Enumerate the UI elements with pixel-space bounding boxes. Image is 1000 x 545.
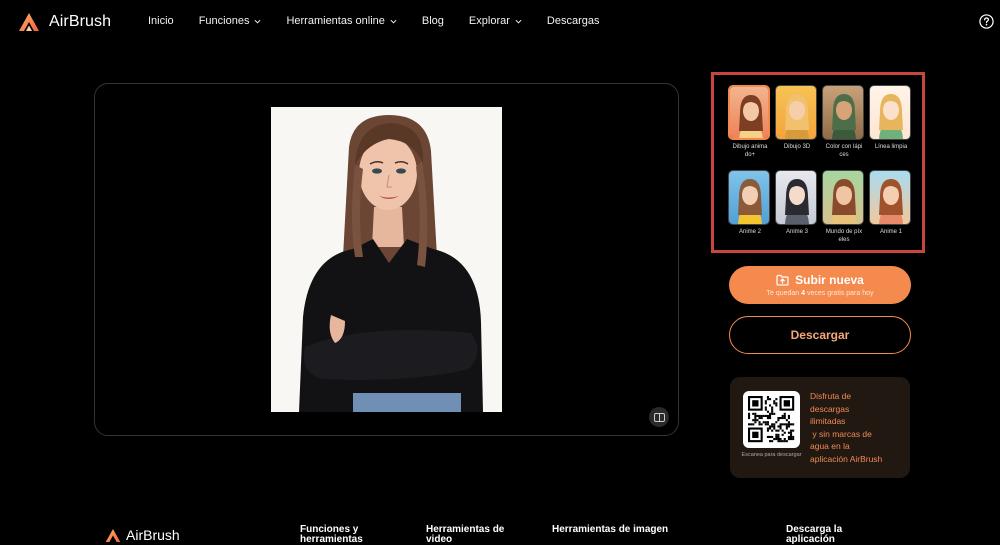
brand-name: AirBrush	[49, 13, 112, 30]
airbrush-logo-icon	[105, 528, 121, 542]
footer-heading-features: Funciones y herramientas	[300, 524, 363, 545]
footer-brand-name: AirBrush	[126, 527, 180, 543]
qr-code	[743, 391, 800, 448]
nav-item-label: Herramientas online	[286, 15, 385, 27]
style-thumbnail	[728, 85, 770, 140]
promo-line: aplicación AirBrush	[810, 453, 883, 464]
app-download-promo: Escanea para descargar Disfruta de descar…	[730, 377, 910, 478]
promo-line: descargas	[810, 403, 850, 414]
chevron-down-icon	[390, 19, 397, 24]
upload-folder-icon	[776, 274, 789, 286]
nav-item-explorar[interactable]: Explorar	[469, 15, 522, 27]
style-option-línea-limpia[interactable]: Línea limpia	[869, 85, 913, 151]
nav-item-funciones[interactable]: Funciones	[199, 15, 262, 27]
nav-item-herramientas-online[interactable]: Herramientas online	[286, 15, 397, 27]
style-thumbnail	[869, 170, 911, 225]
promo-line: Disfruta de	[810, 391, 852, 401]
style-option-dibujo-animado[interactable]: Dibujo anima do+	[728, 85, 772, 159]
chevron-down-icon	[254, 19, 261, 24]
nav-item-blog[interactable]: Blog	[422, 15, 444, 27]
style-thumbnail	[728, 170, 770, 225]
airbrush-logo[interactable]: AirBrush	[18, 12, 111, 32]
style-option-anime-3[interactable]: Anime 3	[775, 170, 819, 236]
nav-item-label: Funciones	[198, 15, 250, 27]
compare-toggle-button[interactable]	[649, 407, 669, 427]
free-uses-remaining: Te quedan 4 veces gratis para hoy	[766, 290, 874, 297]
upload-label: Subir nueva	[795, 273, 864, 287]
promo-line: agua en la	[810, 441, 850, 452]
qr-caption: Escanea para descargar	[741, 452, 802, 458]
footer-logo[interactable]: AirBrush	[105, 527, 180, 543]
style-label: Anime 2	[738, 229, 761, 235]
style-thumbnail	[869, 85, 911, 140]
nav-item-inicio[interactable]: Inicio	[148, 15, 174, 27]
nav-item-label: Blog	[421, 15, 444, 27]
footer-heading-get-app: Descarga la aplicación	[786, 524, 843, 545]
style-thumbnail	[822, 85, 864, 140]
style-label: Línea limpia	[874, 144, 908, 150]
nav-item-label: Inicio	[148, 15, 174, 27]
style-thumbnail	[775, 170, 817, 225]
nav-item-label: Descargas	[546, 15, 600, 27]
footer-heading-image-tools: Herramientas de imagen	[552, 524, 669, 535]
result-preview-panel	[94, 83, 679, 436]
promo-line: ilimitadas	[810, 416, 846, 427]
airbrush-logo-icon	[19, 13, 39, 31]
style-option-anime-2[interactable]: Anime 2	[728, 170, 772, 236]
compare-icon	[653, 412, 665, 422]
style-option-color-con-lápices[interactable]: Color con lápi ces	[822, 85, 866, 159]
top-navigation: AirBrush Inicio Funciones Herramientas onl…	[0, 0, 1000, 44]
style-label: Mundo de píx eles	[825, 229, 863, 243]
style-label: Dibujo anima do+	[732, 144, 768, 158]
style-label: Dibujo 3D	[783, 144, 811, 150]
style-label: Color con lápi ces	[825, 144, 863, 158]
style-thumbnail	[822, 170, 864, 225]
style-option-anime-1[interactable]: Anime 1	[869, 170, 913, 236]
style-label: Anime 1	[879, 229, 902, 235]
question-circle-icon[interactable]	[979, 14, 994, 29]
style-option-mundo-de-píxeles[interactable]: Mundo de píx eles	[822, 170, 866, 244]
promo-text: Disfruta de descargas ilimitadas y sin mar…	[810, 390, 905, 466]
download-button[interactable]: Descargar	[729, 316, 911, 354]
footer-heading-video-tools: Herramientas de video	[426, 524, 505, 545]
nav-item-label: Explorar	[468, 15, 510, 27]
upload-new-button[interactable]: Subir nueva Te quedan 4 veces gratis par…	[729, 266, 911, 304]
style-option-dibujo-3d[interactable]: Dibujo 3D	[775, 85, 819, 151]
cartoon-portrait-image	[271, 107, 502, 412]
promo-line: y sin marcas de	[810, 428, 872, 439]
style-selector-panel: Dibujo anima do+ Dibujo 3D Color con lápi ce…	[711, 72, 925, 253]
chevron-down-icon	[515, 19, 522, 24]
style-label: Anime 3	[785, 229, 808, 235]
nav-item-descargas[interactable]: Descargas	[547, 15, 600, 27]
style-thumbnail	[775, 85, 817, 140]
